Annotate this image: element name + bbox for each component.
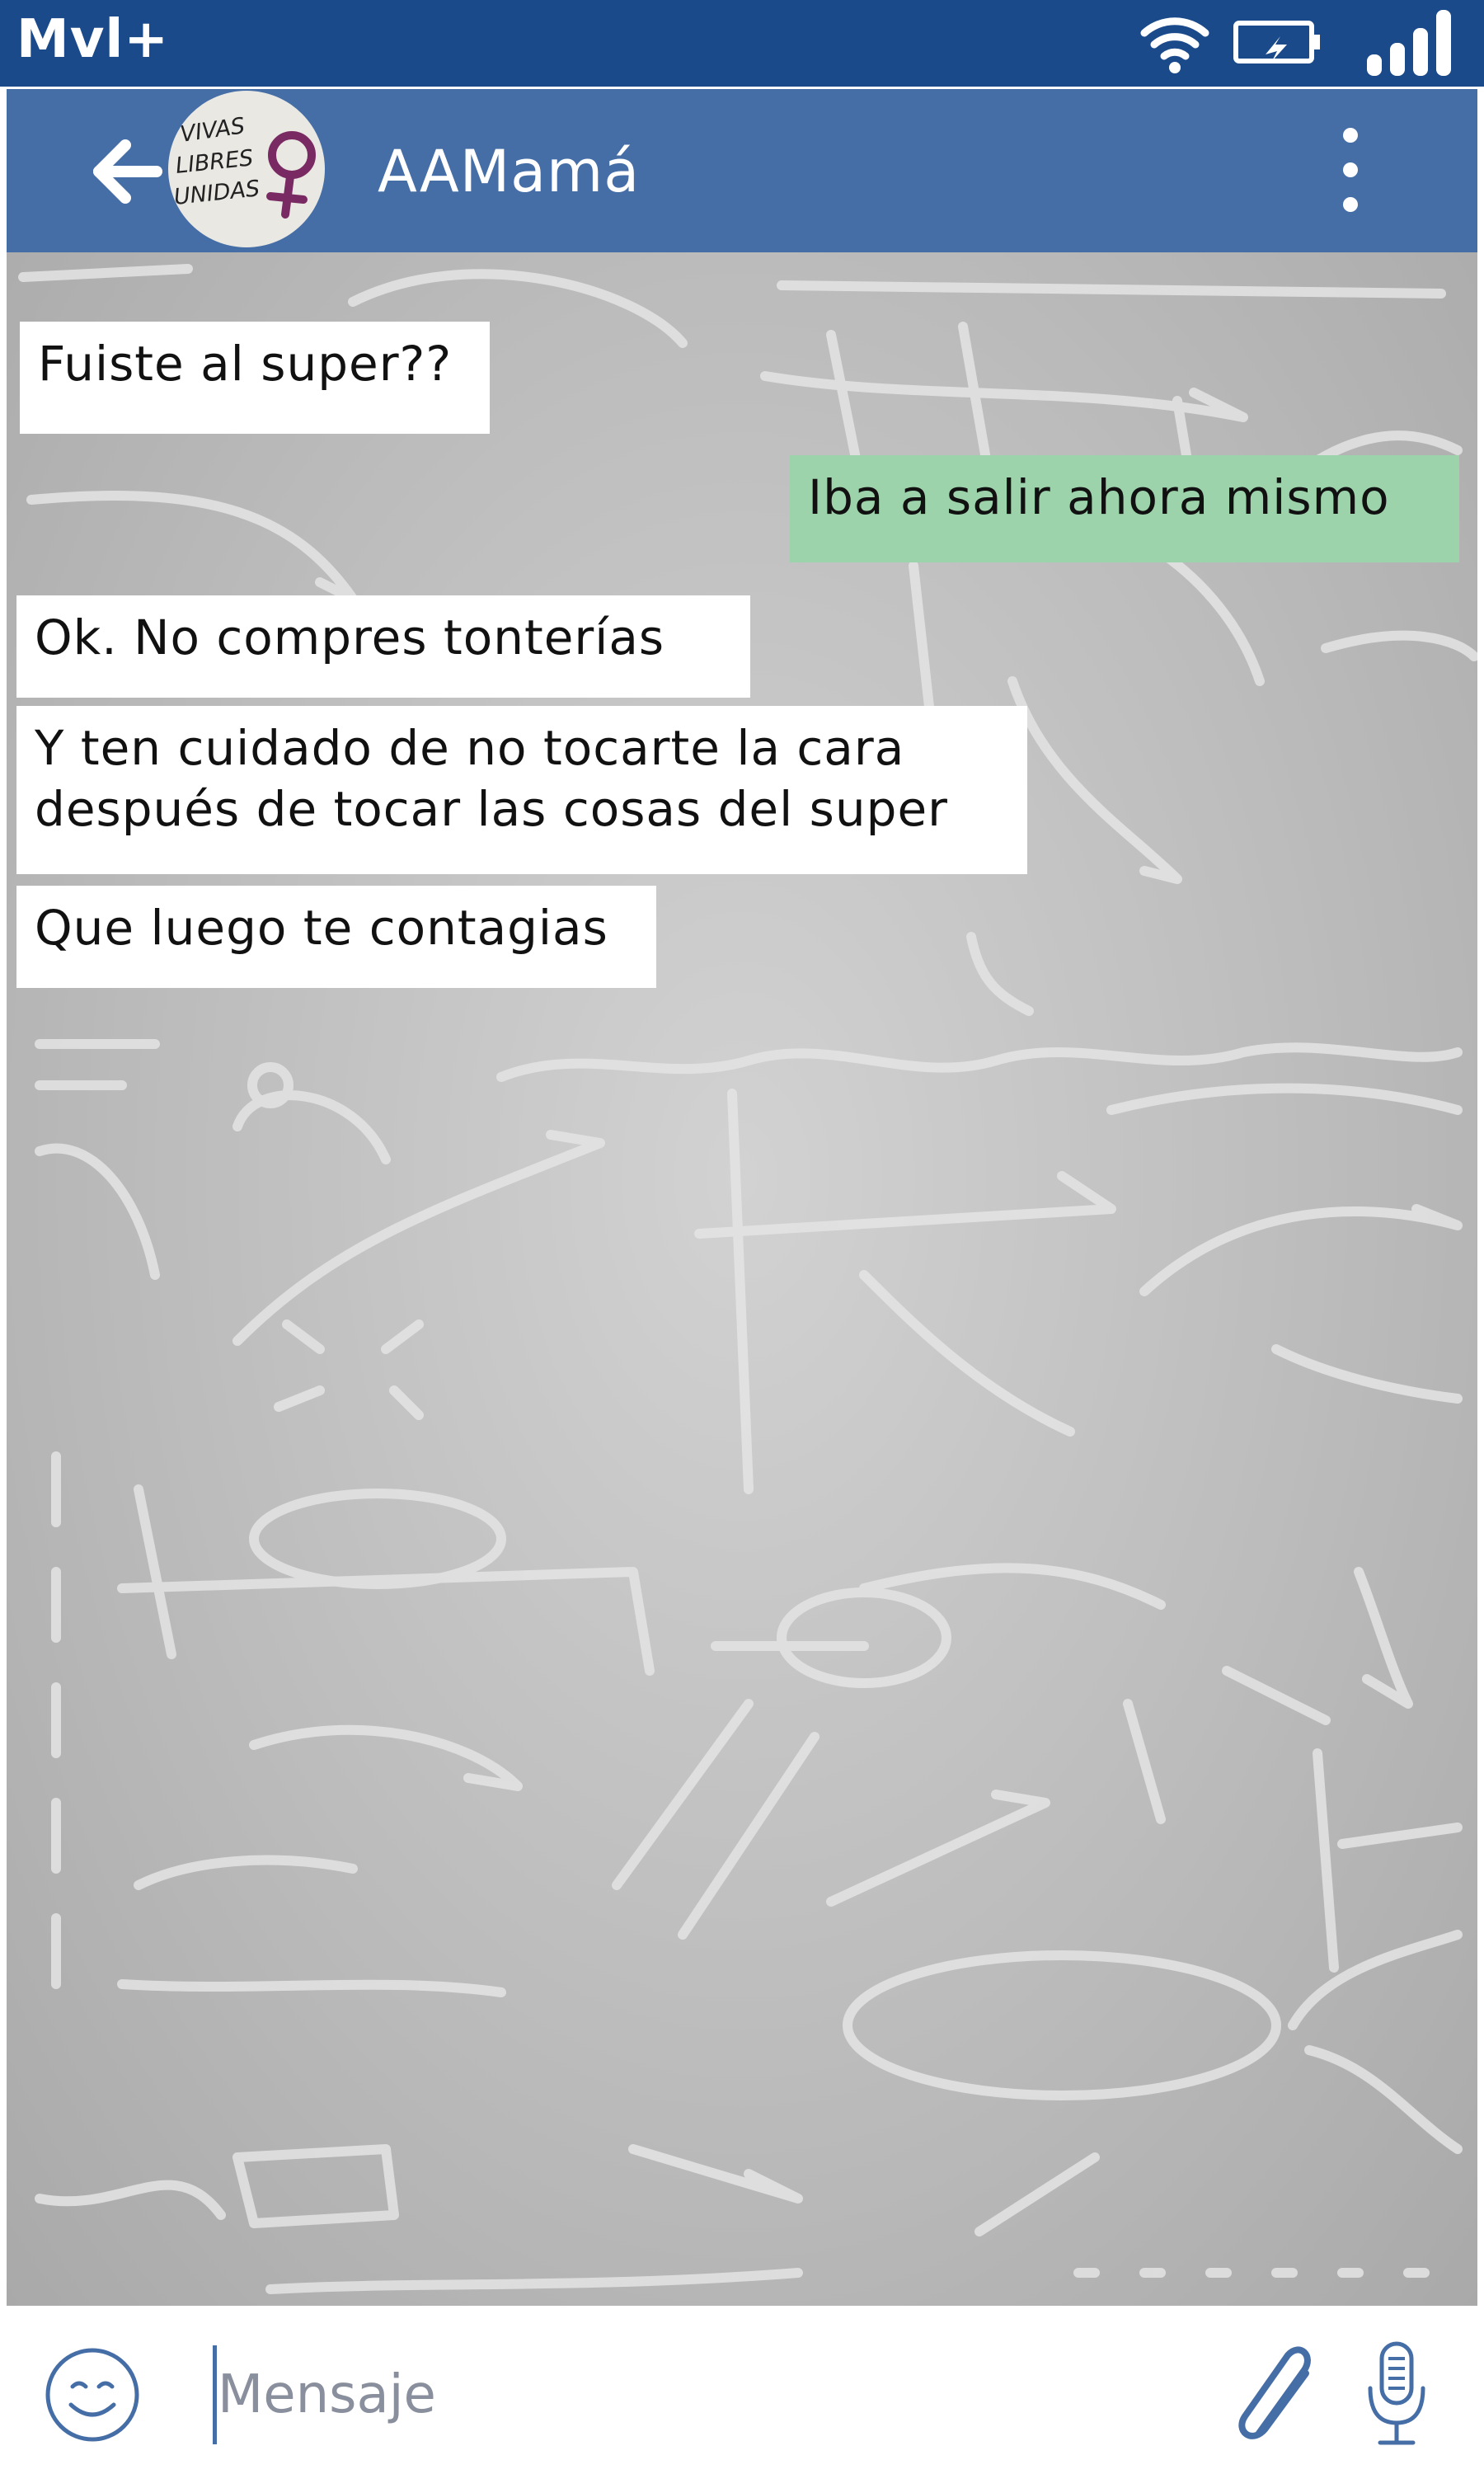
signal-icon bbox=[1367, 10, 1451, 76]
message-bubble-outgoing[interactable]: Iba a salir ahora mismo bbox=[790, 455, 1459, 562]
message-bubble-incoming[interactable]: Ok. No compres tonterías bbox=[16, 595, 750, 698]
microphone-icon bbox=[1368, 2341, 1425, 2445]
svg-text:VIVAS: VIVAS bbox=[179, 113, 247, 148]
more-vert-icon bbox=[1343, 128, 1358, 212]
avatar-logo: VIVAS LIBRES UNIDAS bbox=[172, 113, 316, 219]
text-cursor bbox=[213, 2345, 217, 2444]
female-symbol-icon bbox=[266, 131, 316, 219]
chat-area[interactable]: Fuiste al super?? Iba a salir ahora mism… bbox=[7, 252, 1477, 2306]
message-bubble-incoming[interactable]: Que luego te contagias bbox=[16, 886, 656, 988]
message-input[interactable] bbox=[218, 2354, 1207, 2436]
svg-text:LIBRES: LIBRES bbox=[174, 145, 254, 179]
message-text: Ok. No compres tonterías bbox=[35, 609, 665, 666]
status-bar: Mvl+ bbox=[0, 0, 1484, 87]
chat-header: VIVAS LIBRES UNIDAS AAMamá bbox=[7, 89, 1477, 252]
message-bubble-incoming[interactable]: Y ten cuidado de no tocarte la cara desp… bbox=[16, 706, 1027, 874]
back-arrow-icon bbox=[93, 139, 162, 204]
wifi-icon bbox=[1140, 17, 1209, 73]
message-text: Que luego te contagias bbox=[35, 900, 608, 956]
smiley-icon bbox=[45, 2348, 139, 2442]
emoji-button[interactable] bbox=[43, 2345, 142, 2444]
message-text: Iba a salir ahora mismo bbox=[808, 469, 1390, 525]
battery-charging-icon bbox=[1233, 21, 1320, 63]
svg-text:UNIDAS: UNIDAS bbox=[172, 176, 261, 210]
contact-avatar[interactable]: VIVAS LIBRES UNIDAS bbox=[168, 91, 325, 247]
message-bubble-incoming[interactable]: Fuiste al super?? bbox=[20, 322, 490, 434]
voice-message-button[interactable] bbox=[1355, 2337, 1438, 2453]
paperclip-icon bbox=[1238, 2346, 1311, 2439]
attach-button[interactable] bbox=[1228, 2337, 1327, 2453]
message-text: Fuiste al super?? bbox=[38, 336, 453, 392]
back-button[interactable] bbox=[89, 130, 171, 213]
more-options-button[interactable] bbox=[1326, 122, 1375, 221]
carrier-name: Mvl+ bbox=[16, 9, 169, 70]
message-composer bbox=[0, 2306, 1484, 2474]
message-text-line: después de tocar las cosas del super bbox=[35, 781, 948, 837]
message-text-line: Y ten cuidado de no tocarte la cara bbox=[35, 720, 905, 776]
chat-title[interactable]: AAMamá bbox=[378, 132, 640, 211]
